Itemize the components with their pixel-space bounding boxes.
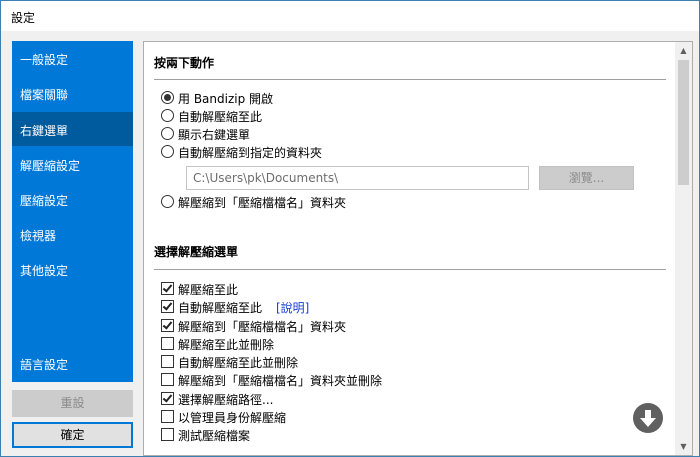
help-link[interactable]: [說明]	[276, 299, 309, 316]
section-divider	[154, 269, 666, 270]
double-click-section-title: 按兩下動作	[154, 56, 215, 70]
destination-path-field[interactable]: C:\Users\pk\Documents\	[186, 166, 529, 190]
settings-window: 設定 一般設定 檔案關聯 右鍵選單 解壓縮設定 壓縮設定 檢視器 其他設定 語言…	[0, 0, 700, 457]
checkbox[interactable]	[161, 337, 174, 350]
radio-button[interactable]	[161, 195, 174, 208]
section-divider	[154, 79, 666, 80]
checkbox[interactable]	[161, 355, 174, 368]
radio-button[interactable]	[161, 145, 174, 158]
title-bar: 設定	[1, 1, 699, 31]
settings-panel: 按兩下動作 用 Bandizip 開啟 自動解壓縮至此 顯示右鍵選單 自動解壓縮…	[143, 41, 693, 456]
reset-button[interactable]: 重設	[12, 390, 133, 417]
sidebar-nav: 一般設定 檔案關聯 右鍵選單 解壓縮設定 壓縮設定 檢視器 其他設定 語言設定	[12, 41, 133, 382]
window-client: 一般設定 檔案關聯 右鍵選單 解壓縮設定 壓縮設定 檢視器 其他設定 語言設定 …	[1, 31, 699, 456]
sidebar-item-compress-settings[interactable]: 壓縮設定	[12, 182, 133, 216]
checkbox[interactable]	[161, 373, 174, 386]
sidebar-item-viewer[interactable]: 檢視器	[12, 217, 133, 251]
sidebar-item-extract-settings[interactable]: 解壓縮設定	[12, 147, 133, 181]
vertical-scrollbar[interactable]: ▲ ▼	[675, 42, 692, 455]
down-arrow-circle-icon[interactable]	[633, 403, 663, 433]
extract-menu-section-title: 選擇解壓縮選單	[154, 245, 239, 259]
arrow-down-icon	[640, 410, 656, 427]
sidebar-item-context-menu[interactable]: 右鍵選單	[12, 112, 133, 146]
scroll-thumb[interactable]	[678, 60, 689, 185]
radio-button[interactable]	[161, 109, 174, 122]
browse-button[interactable]: 瀏覽...	[539, 166, 634, 190]
checkbox[interactable]	[161, 282, 174, 295]
checkbox[interactable]	[161, 428, 174, 441]
sidebar-item-general[interactable]: 一般設定	[12, 41, 133, 75]
window-title: 設定	[11, 11, 36, 25]
checkbox[interactable]	[161, 392, 174, 405]
sidebar-item-file-association[interactable]: 檔案關聯	[12, 76, 133, 110]
ok-button[interactable]: 確定	[12, 422, 133, 448]
scroll-up-icon[interactable]: ▲	[675, 42, 692, 59]
checkbox[interactable]	[161, 410, 174, 423]
checkbox[interactable]	[161, 319, 174, 332]
checkbox[interactable]	[161, 300, 174, 313]
sidebar-item-other-settings[interactable]: 其他設定	[12, 252, 133, 286]
sidebar-item-language[interactable]: 語言設定	[12, 346, 133, 380]
radio-button[interactable]	[161, 91, 174, 104]
radio-button[interactable]	[161, 127, 174, 140]
scroll-down-icon[interactable]: ▼	[675, 438, 692, 455]
